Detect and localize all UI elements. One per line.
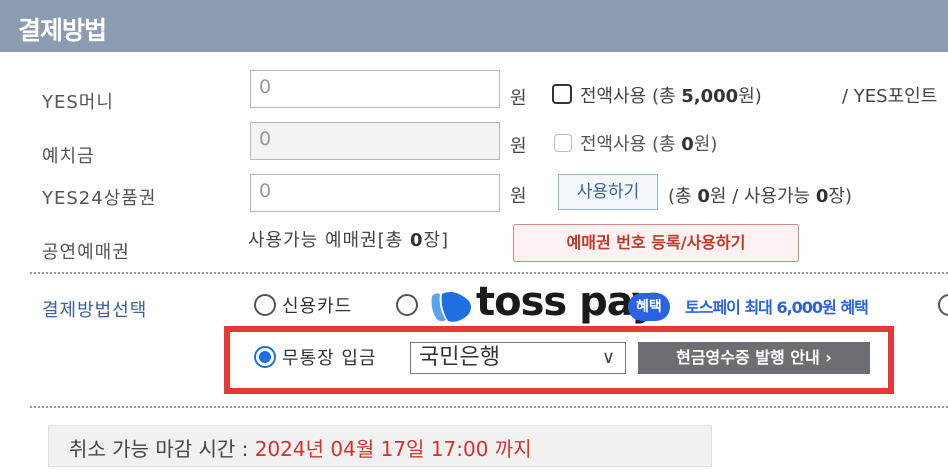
yes-money-use-all-text: 전액사용 (총 5,000원) (580, 82, 762, 108)
payment-method-header: 결제방법 (0, 0, 948, 52)
deposit-use-all-checkbox[interactable] (554, 134, 572, 152)
available-prefix: 사용가능 예매권[총 (248, 230, 410, 251)
section-title: 결제방법 (18, 16, 107, 45)
use-all-amount: 5,000 (681, 86, 739, 107)
info-part: 장) (828, 186, 852, 207)
ticket-voucher-available: 사용가능 예매권[총 0장] (248, 226, 449, 252)
yes-money-unit: 원 (510, 88, 527, 109)
toss-promo-text[interactable]: 토스페이 최대 6,000원 혜택 (685, 294, 869, 318)
use-all-prefix: 전액사용 (총 (580, 134, 682, 155)
ticket-register-button[interactable]: 예매권 번호 등록/사용하기 (513, 224, 799, 262)
yes-money-label: YES머니 (42, 92, 114, 113)
yes-money-use-all-checkbox[interactable] (552, 84, 572, 104)
deposit-label: 예치금 (42, 146, 95, 167)
bank-transfer-label: 무통장 입금 (282, 348, 377, 369)
gift-card-label: YES24상품권 (42, 188, 157, 209)
available-count: 0 (409, 230, 424, 251)
payment-method-label: 결제방법선택 (42, 300, 148, 321)
toss-pay-radio[interactable] (396, 294, 418, 316)
deposit-unit: 원 (510, 136, 527, 157)
ticket-voucher-label: 공연예매권 (42, 242, 130, 263)
use-all-suffix: 원) (738, 86, 762, 107)
chevron-down-icon: ∨ (601, 347, 615, 368)
gift-card-unit: 원 (510, 186, 527, 207)
bank-transfer-radio[interactable] (254, 346, 276, 368)
divider (30, 272, 948, 274)
credit-card-radio[interactable] (254, 294, 276, 316)
cash-receipt-info-button[interactable]: 현금영수증 발행 안내 › (638, 342, 870, 374)
yes-point-text: / YES포인트 (842, 86, 938, 107)
toss-logo-icon (431, 292, 471, 322)
deadline-value: 2024년 04월 17일 17:00 까지 (254, 437, 532, 461)
gift-card-input[interactable]: 0 (250, 174, 500, 212)
bank-select[interactable]: 국민은행 ∨ (410, 342, 626, 374)
credit-card-label: 신용카드 (282, 296, 353, 317)
use-all-amount: 0 (681, 134, 694, 155)
info-available-value: 0 (815, 186, 829, 207)
gift-card-info: (총 0원 / 사용가능 0장) (668, 182, 852, 208)
gift-card-use-button[interactable]: 사용하기 (558, 174, 658, 210)
bank-select-value: 국민은행 (419, 345, 500, 370)
yes-money-input[interactable]: 0 (250, 70, 500, 108)
available-suffix: 장] (423, 230, 450, 251)
use-all-suffix: 원) (693, 134, 718, 155)
info-part: 원 / 사용가능 (709, 186, 816, 207)
deposit-use-all-text: 전액사용 (총 0원) (580, 130, 717, 156)
deadline-label: 취소 가능 마감 시간 : (69, 437, 255, 461)
info-part: (총 (668, 186, 698, 207)
next-method-radio[interactable] (938, 294, 948, 316)
divider (30, 406, 948, 408)
cancel-deadline: 취소 가능 마감 시간 : 2024년 04월 17일 17:00 까지 (48, 425, 712, 467)
use-all-prefix: 전액사용 (총 (580, 86, 682, 107)
toss-benefit-badge: 혜택 (628, 293, 670, 321)
deposit-input[interactable]: 0 (250, 122, 500, 160)
info-total-value: 0 (697, 186, 710, 207)
